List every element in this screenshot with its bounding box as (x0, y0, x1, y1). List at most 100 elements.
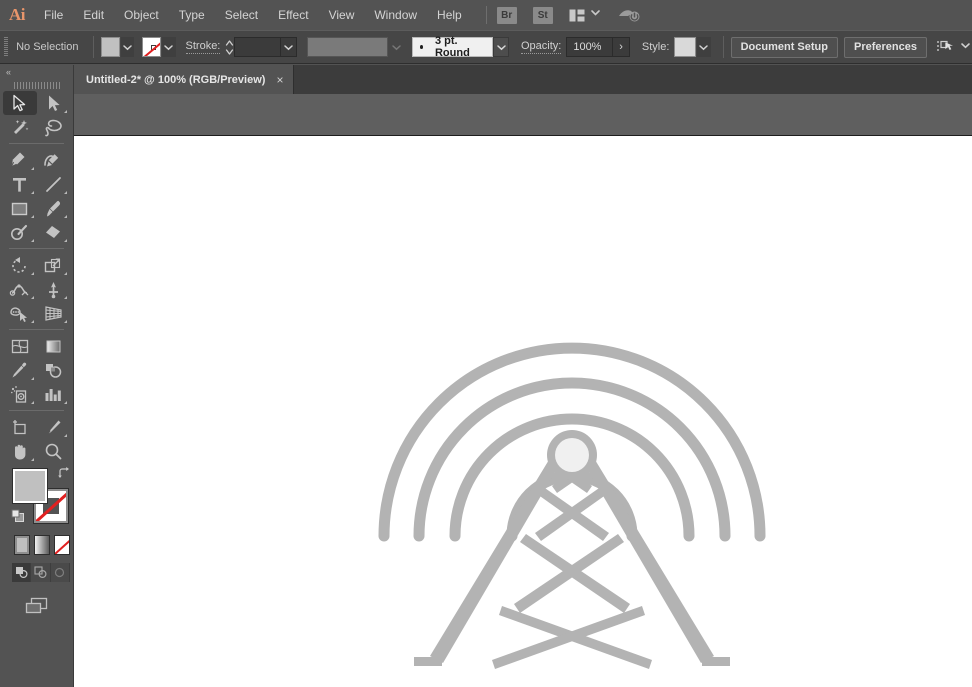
drawing-mode-buttons (12, 563, 70, 582)
align-chevron-down-icon[interactable] (959, 38, 972, 56)
radio-tower-artwork[interactable] (74, 136, 972, 687)
swap-fill-stroke-icon[interactable] (57, 466, 71, 480)
menu-effect[interactable]: Effect (268, 0, 318, 30)
draw-normal-button[interactable] (12, 563, 32, 582)
close-icon[interactable]: × (276, 74, 283, 86)
stock-button[interactable]: St (532, 6, 553, 24)
divider (93, 36, 95, 58)
toolbar-divider-2 (9, 248, 64, 249)
fill-stroke-controls (11, 466, 71, 527)
document-tab-title: Untitled-2* @ 100% (RGB/Preview) (86, 73, 266, 86)
arrange-documents-icon[interactable] (569, 9, 585, 22)
slice-tool[interactable] (37, 415, 71, 439)
none-mode-button[interactable] (54, 535, 70, 555)
stroke-weight-stepper[interactable] (225, 37, 234, 57)
stroke-weight-chevron-down-icon[interactable] (280, 37, 297, 57)
flyout-indicator (30, 191, 34, 194)
magic-wand-tool[interactable] (3, 115, 37, 139)
flyout-indicator (30, 320, 34, 323)
artboard-tool[interactable] (3, 415, 37, 439)
stroke-chevron-down-icon[interactable] (161, 37, 176, 57)
draw-inside-button[interactable] (50, 563, 70, 582)
menu-view[interactable]: View (319, 0, 365, 30)
rectangle-tool[interactable] (3, 196, 37, 220)
brush-definition-field[interactable]: 3 pt. Round (411, 35, 494, 59)
direct-selection-tool[interactable] (37, 91, 71, 115)
menu-edit[interactable]: Edit (73, 0, 114, 30)
control-bar: No Selection Stroke: 3 pt. Round Opacity… (0, 30, 972, 64)
flyout-indicator (64, 320, 67, 323)
preferences-button[interactable]: Preferences (844, 36, 927, 58)
color-mode-button[interactable] (14, 535, 30, 555)
opacity-input[interactable]: 100% (566, 37, 614, 57)
selection-tool[interactable] (3, 91, 37, 115)
stroke-label[interactable]: Stroke: (185, 40, 221, 54)
menu-help[interactable]: Help (427, 0, 472, 30)
opacity-label[interactable]: Opacity: (520, 40, 562, 54)
column-graph-tool[interactable] (37, 382, 71, 406)
symbol-sprayer-tool[interactable] (3, 382, 37, 406)
lasso-tool[interactable] (37, 115, 71, 139)
flyout-indicator (30, 296, 34, 299)
eraser-tool[interactable] (37, 220, 71, 244)
fill-color-swatch[interactable] (13, 469, 47, 503)
change-screen-mode-button[interactable] (3, 596, 70, 616)
flyout-indicator (30, 377, 34, 380)
align-to-selection-icon[interactable] (937, 39, 956, 55)
graphic-style-swatch[interactable] (674, 37, 696, 57)
collapse-panel-icon[interactable]: « (0, 65, 73, 79)
fill-swatch[interactable] (101, 37, 120, 57)
flyout-indicator (64, 401, 67, 404)
app-logo: Ai (9, 5, 26, 24)
variable-width-profile-field (306, 37, 389, 57)
stroke-weight-input[interactable] (234, 37, 281, 57)
flyout-indicator (64, 110, 67, 113)
hand-tool[interactable] (3, 439, 37, 463)
brush-preview-dot (419, 45, 423, 49)
canvas-top-strip (74, 94, 972, 136)
menu-type[interactable]: Type (169, 0, 215, 30)
pen-tool[interactable] (3, 148, 37, 172)
eyedropper-tool[interactable] (3, 358, 37, 382)
menu-divider (485, 6, 487, 24)
flyout-indicator (64, 191, 67, 194)
paintbrush-tool[interactable] (37, 196, 71, 220)
document-setup-button[interactable]: Document Setup (730, 36, 838, 58)
menu-object[interactable]: Object (114, 0, 169, 30)
stroke-swatch[interactable] (142, 37, 161, 57)
width-tool[interactable] (3, 277, 37, 301)
shaper-tool[interactable] (3, 220, 37, 244)
divider-2 (722, 36, 724, 58)
gradient-tool[interactable] (37, 334, 71, 358)
artboard-canvas[interactable] (74, 136, 972, 687)
menu-select[interactable]: Select (215, 0, 268, 30)
gradient-mode-button[interactable] (34, 535, 50, 555)
document-tab[interactable]: Untitled-2* @ 100% (RGB/Preview) × (74, 65, 295, 94)
draw-behind-button[interactable] (31, 563, 51, 582)
rotate-tool[interactable] (3, 253, 37, 277)
menu-file[interactable]: File (34, 0, 73, 30)
toolbar-divider-1 (9, 143, 64, 144)
cloud-sync-icon[interactable] (618, 7, 640, 24)
perspective-grid-tool[interactable] (37, 301, 71, 325)
fill-chevron-down-icon[interactable] (120, 37, 135, 57)
line-segment-tool[interactable] (37, 172, 71, 196)
toolbar-grip[interactable] (3, 79, 70, 91)
shape-builder-tool[interactable] (3, 301, 37, 325)
bridge-button[interactable]: Br (496, 6, 517, 24)
menu-window[interactable]: Window (364, 0, 427, 30)
free-transform-tool[interactable] (37, 277, 71, 301)
style-chevron-down-icon[interactable] (696, 37, 711, 57)
flyout-indicator (30, 239, 34, 242)
control-bar-grip[interactable] (4, 37, 9, 57)
brush-chevron-down-icon[interactable] (493, 37, 509, 57)
mesh-tool[interactable] (3, 334, 37, 358)
opacity-chevron-right-icon[interactable]: › (613, 37, 630, 57)
type-tool[interactable] (3, 172, 37, 196)
arrange-chevron-down-icon[interactable] (589, 6, 602, 24)
curvature-tool[interactable] (37, 148, 71, 172)
blend-tool[interactable] (37, 358, 71, 382)
default-fill-stroke-icon[interactable] (11, 509, 25, 523)
zoom-tool[interactable] (37, 439, 71, 463)
scale-tool[interactable] (37, 253, 71, 277)
